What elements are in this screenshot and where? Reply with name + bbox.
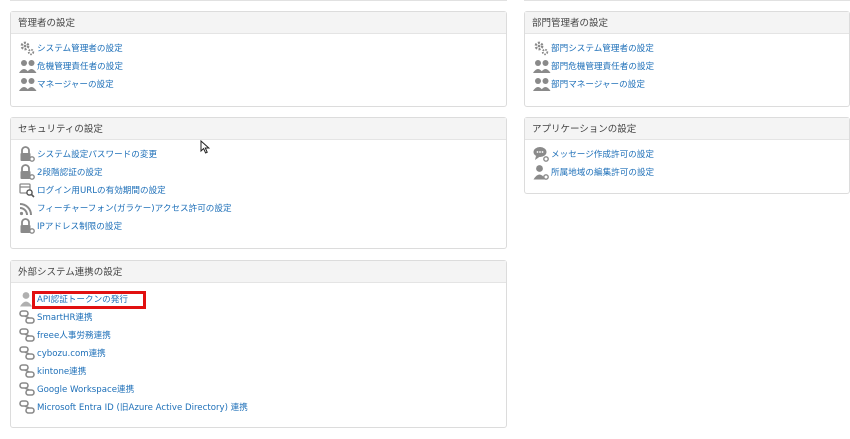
lock-gear-icon	[19, 146, 37, 162]
users-icon	[533, 58, 551, 74]
application-item-region[interactable]: 所属地域の編集許可の設定	[533, 163, 849, 181]
top-divider	[524, 0, 850, 1]
security-item-password[interactable]: システム設定パスワードの変更	[19, 145, 506, 163]
external-item-kintone[interactable]: kintone連携	[19, 362, 506, 380]
security-settings-panel: セキュリティの設定 システム設定パスワードの変更 2段階認証の設定 ログイン用U…	[10, 117, 507, 249]
link-icon	[19, 309, 37, 325]
admin-item-crisis-manager[interactable]: 危機管理責任者の設定	[19, 57, 506, 75]
link-icon	[19, 327, 37, 343]
security-item-label[interactable]: フィーチャーフォン(ガラケー)アクセス許可の設定	[37, 202, 232, 214]
top-divider	[10, 0, 507, 1]
security-item-label[interactable]: ログイン用URLの有効期間の設定	[37, 184, 166, 196]
dept-admin-settings-title: 部門管理者の設定	[525, 12, 849, 34]
security-settings-title: セキュリティの設定	[11, 118, 506, 140]
signal-icon	[19, 200, 37, 216]
external-item-freee[interactable]: freee人事労務連携	[19, 326, 506, 344]
users-icon	[533, 76, 551, 92]
security-item-ip-restriction[interactable]: IPアドレス制限の設定	[19, 217, 506, 235]
external-item-label[interactable]: cybozu.com連携	[37, 347, 106, 359]
external-item-smarthr[interactable]: SmartHR連携	[19, 308, 506, 326]
dept-item-system-admin[interactable]: 部門システム管理者の設定	[533, 39, 849, 57]
application-item-message[interactable]: メッセージ作成許可の設定	[533, 145, 849, 163]
admin-item-label[interactable]: マネージャーの設定	[37, 78, 114, 90]
users-icon	[19, 76, 37, 92]
dept-item-label[interactable]: 部門危機管理責任者の設定	[551, 60, 654, 72]
dept-item-label[interactable]: 部門マネージャーの設定	[551, 78, 645, 90]
security-item-feature-phone[interactable]: フィーチャーフォン(ガラケー)アクセス許可の設定	[19, 199, 506, 217]
admin-item-manager[interactable]: マネージャーの設定	[19, 75, 506, 93]
admin-settings-title: 管理者の設定	[11, 12, 506, 34]
external-item-label[interactable]: SmartHR連携	[37, 311, 93, 323]
external-item-label[interactable]: freee人事労務連携	[37, 329, 111, 341]
security-item-label[interactable]: システム設定パスワードの変更	[37, 148, 157, 160]
person-gear-icon	[533, 164, 551, 180]
external-item-cybozu[interactable]: cybozu.com連携	[19, 344, 506, 362]
admin-item-label[interactable]: 危機管理責任者の設定	[37, 60, 123, 72]
gear-icon	[533, 40, 551, 56]
admin-item-system-admin[interactable]: システム管理者の設定	[19, 39, 506, 57]
lock-gear-icon	[19, 164, 37, 180]
lock-gear-icon	[19, 218, 37, 234]
external-item-google-workspace[interactable]: Google Workspace連携	[19, 380, 506, 398]
dept-item-label[interactable]: 部門システム管理者の設定	[551, 42, 654, 54]
link-icon	[19, 345, 37, 361]
dept-item-crisis-manager[interactable]: 部門危機管理責任者の設定	[533, 57, 849, 75]
security-item-2fa[interactable]: 2段階認証の設定	[19, 163, 506, 181]
dept-admin-settings-panel: 部門管理者の設定 部門システム管理者の設定 部門危機管理責任者の設定 部門マネー…	[524, 11, 850, 107]
external-item-label[interactable]: kintone連携	[37, 365, 86, 377]
highlight-box	[32, 291, 146, 309]
external-item-label[interactable]: Google Workspace連携	[37, 383, 134, 395]
security-item-login-url[interactable]: ログイン用URLの有効期間の設定	[19, 181, 506, 199]
application-settings-panel: アプリケーションの設定 メッセージ作成許可の設定 所属地域の編集許可の設定	[524, 117, 850, 194]
mouse-cursor-icon	[200, 140, 210, 154]
security-item-label[interactable]: IPアドレス制限の設定	[37, 220, 122, 232]
application-settings-title: アプリケーションの設定	[525, 118, 849, 140]
calendar-search-icon	[19, 182, 37, 198]
external-item-microsoft-entra[interactable]: Microsoft Entra ID (旧Azure Active Direct…	[19, 398, 506, 416]
application-item-label[interactable]: メッセージ作成許可の設定	[551, 148, 654, 160]
external-integration-title: 外部システム連携の設定	[11, 261, 506, 283]
link-icon	[19, 363, 37, 379]
external-integration-panel: 外部システム連携の設定 API認証トークンの発行 SmartHR連携 freee…	[10, 260, 507, 428]
external-item-label[interactable]: Microsoft Entra ID (旧Azure Active Direct…	[37, 401, 248, 413]
admin-settings-panel: 管理者の設定 システム管理者の設定 危機管理責任者の設定 マネージャーの設定	[10, 11, 507, 107]
chat-gear-icon	[533, 146, 551, 162]
link-icon	[19, 399, 37, 415]
gear-icon	[19, 40, 37, 56]
link-icon	[19, 381, 37, 397]
users-icon	[19, 58, 37, 74]
application-item-label[interactable]: 所属地域の編集許可の設定	[551, 166, 654, 178]
admin-item-label[interactable]: システム管理者の設定	[37, 42, 123, 54]
dept-item-manager[interactable]: 部門マネージャーの設定	[533, 75, 849, 93]
security-item-label[interactable]: 2段階認証の設定	[37, 166, 103, 178]
